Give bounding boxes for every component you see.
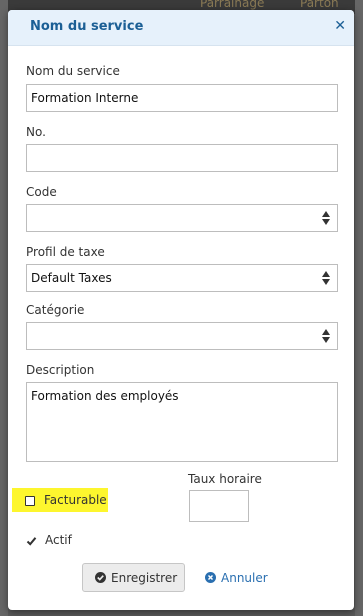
number-input[interactable] bbox=[26, 144, 338, 172]
active-checkbox[interactable] bbox=[26, 536, 37, 547]
select-arrows-icon bbox=[322, 211, 330, 225]
number-label: No. bbox=[26, 125, 46, 139]
billable-label: Facturable bbox=[44, 493, 107, 507]
hourly-rate-input[interactable] bbox=[189, 490, 249, 522]
active-label: Actif bbox=[45, 533, 72, 547]
select-arrows-icon bbox=[322, 329, 330, 343]
check-circle-icon bbox=[95, 572, 106, 583]
description-label: Description bbox=[26, 363, 95, 377]
service-name-label: Nom du service bbox=[26, 64, 120, 78]
select-arrows-icon bbox=[322, 271, 330, 285]
save-button-label: Enregistrer bbox=[111, 571, 178, 585]
code-select[interactable] bbox=[26, 204, 338, 232]
category-select[interactable] bbox=[26, 322, 338, 350]
description-textarea[interactable]: Formation des employés bbox=[26, 382, 338, 462]
background-top-item: Parton bbox=[300, 0, 339, 10]
background-top-item: Parrainage bbox=[200, 0, 265, 10]
code-label: Code bbox=[26, 185, 57, 199]
save-button[interactable]: Enregistrer bbox=[82, 563, 185, 592]
cancel-button-label: Annuler bbox=[221, 571, 268, 585]
cancel-circle-icon bbox=[205, 572, 216, 583]
close-icon[interactable]: ✕ bbox=[334, 18, 346, 34]
background-left-edge bbox=[0, 0, 8, 616]
tax-profile-label: Profil de taxe bbox=[26, 245, 105, 259]
billable-checkbox[interactable] bbox=[25, 496, 35, 506]
hourly-rate-label: Taux horaire bbox=[188, 472, 262, 486]
modal-header: Nom du service ✕ bbox=[8, 10, 354, 46]
background-right-edge bbox=[355, 0, 363, 616]
category-label: Catégorie bbox=[26, 303, 85, 317]
tax-profile-value: Default Taxes bbox=[31, 271, 112, 285]
modal-title: Nom du service bbox=[30, 19, 144, 34]
tax-profile-select[interactable]: Default Taxes bbox=[26, 264, 338, 292]
service-name-input[interactable]: Formation Interne bbox=[26, 84, 338, 112]
service-modal: Nom du service ✕ Nom du service Formatio… bbox=[8, 10, 354, 610]
